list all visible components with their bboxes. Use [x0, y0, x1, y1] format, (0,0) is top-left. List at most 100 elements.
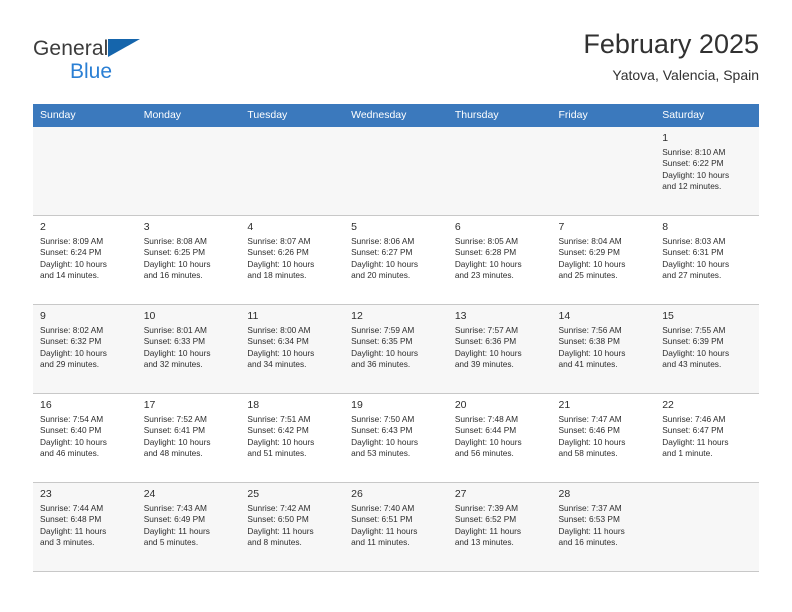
- calendar-day-cell[interactable]: 8 Sunrise: 8:03 AM Sunset: 6:31 PM Daylig…: [655, 215, 759, 305]
- calendar-day-cell[interactable]: 27 Sunrise: 7:39 AM Sunset: 6:52 PM Dayli…: [447, 482, 552, 572]
- calendar-day-cell[interactable]: 26 Sunrise: 7:40 AM Sunset: 6:51 PM Dayli…: [344, 482, 448, 572]
- day-detail: Sunrise: 8:06 AM Sunset: 6:27 PM Dayligh…: [351, 236, 418, 280]
- day-number: 23: [40, 488, 52, 500]
- calendar-day-cell[interactable]: 1 Sunrise: 8:10 AM Sunset: 6:22 PM Daylig…: [655, 127, 759, 216]
- day-number: 17: [143, 399, 156, 411]
- day-detail: Sunrise: 7:42 AM Sunset: 6:50 PM Dayligh…: [247, 503, 314, 547]
- day-number: 4: [247, 221, 254, 233]
- calendar-body: 1 Sunrise: 8:10 AM Sunset: 6:22 PM Daylig…: [33, 127, 759, 572]
- brand-flag-icon: [108, 39, 140, 57]
- calendar-day-cell[interactable]: 5 Sunrise: 8:06 AM Sunset: 6:27 PM Daylig…: [344, 215, 448, 305]
- weekday-header-sunday: Sunday: [33, 104, 137, 127]
- day-detail: Sunrise: 7:43 AM Sunset: 6:49 PM Dayligh…: [143, 503, 210, 547]
- brand-logo[interactable]: General Blue: [33, 38, 263, 90]
- calendar-header-row: Sunday Monday Tuesday Wednesday Thursday…: [33, 104, 759, 127]
- weekday-header-monday: Monday: [136, 104, 241, 127]
- calendar-day-cell[interactable]: 18 Sunrise: 7:51 AM Sunset: 6:42 PM Dayli…: [240, 393, 345, 483]
- day-number: 9: [40, 310, 46, 322]
- day-detail: Sunrise: 7:46 AM Sunset: 6:47 PM Dayligh…: [662, 414, 729, 458]
- page-subtitle: Yatova, Valencia, Spain: [612, 67, 759, 83]
- calendar-day-cell[interactable]: 15 Sunrise: 7:55 AM Sunset: 6:39 PM Dayli…: [655, 304, 759, 394]
- calendar-day-cell[interactable]: 12 Sunrise: 7:59 AM Sunset: 6:35 PM Dayli…: [344, 304, 448, 394]
- day-number: 12: [351, 310, 363, 322]
- day-number: 6: [454, 221, 461, 233]
- day-detail: Sunrise: 7:59 AM Sunset: 6:35 PM Dayligh…: [351, 325, 418, 369]
- day-number: 20: [454, 399, 467, 411]
- title-block: February 2025 Yatova, Valencia, Spain: [583, 28, 759, 85]
- calendar-day-cell[interactable]: 7 Sunrise: 8:04 AM Sunset: 6:29 PM Daylig…: [551, 215, 656, 305]
- day-detail: Sunrise: 7:54 AM Sunset: 6:40 PM Dayligh…: [40, 414, 107, 458]
- day-detail: Sunrise: 7:55 AM Sunset: 6:39 PM Dayligh…: [662, 325, 730, 369]
- day-detail: Sunrise: 8:08 AM Sunset: 6:25 PM Dayligh…: [143, 236, 211, 280]
- calendar-page: General Blue February 2025 Yatova, Valen…: [0, 0, 792, 612]
- day-detail: Sunrise: 8:02 AM Sunset: 6:32 PM Dayligh…: [40, 325, 107, 369]
- day-number: 26: [351, 488, 363, 500]
- calendar-day-cell[interactable]: 2 Sunrise: 8:09 AM Sunset: 6:24 PM Daylig…: [33, 215, 137, 305]
- day-detail: Sunrise: 7:37 AM Sunset: 6:53 PM Dayligh…: [558, 503, 625, 547]
- day-number: 25: [247, 488, 260, 500]
- calendar-day-cell[interactable]: 20 Sunrise: 7:48 AM Sunset: 6:44 PM Dayli…: [447, 393, 552, 483]
- day-number: 18: [247, 399, 260, 411]
- calendar-week-row: 23 Sunrise: 7:44 AM Sunset: 6:48 PM Dayli…: [33, 482, 759, 572]
- day-number: 16: [40, 399, 52, 411]
- day-detail: Sunrise: 8:09 AM Sunset: 6:24 PM Dayligh…: [40, 236, 107, 280]
- day-detail: Sunrise: 8:05 AM Sunset: 6:28 PM Dayligh…: [454, 236, 522, 280]
- calendar-day-cell[interactable]: 21 Sunrise: 7:47 AM Sunset: 6:46 PM Dayli…: [551, 393, 656, 483]
- calendar-day-cell[interactable]: 23 Sunrise: 7:44 AM Sunset: 6:48 PM Dayli…: [33, 482, 137, 572]
- day-number: 5: [351, 221, 357, 233]
- calendar-day-cell[interactable]: 16 Sunrise: 7:54 AM Sunset: 6:40 PM Dayli…: [33, 393, 137, 483]
- calendar-day-cell[interactable]: 28 Sunrise: 7:37 AM Sunset: 6:53 PM Dayli…: [551, 482, 656, 572]
- day-detail: Sunrise: 7:51 AM Sunset: 6:42 PM Dayligh…: [247, 414, 315, 458]
- day-detail: Sunrise: 8:03 AM Sunset: 6:31 PM Dayligh…: [662, 236, 730, 280]
- day-number: 7: [558, 221, 565, 233]
- weekday-header-friday: Friday: [551, 104, 656, 127]
- day-number: 24: [143, 488, 156, 500]
- calendar-day-cell[interactable]: 11 Sunrise: 8:00 AM Sunset: 6:34 PM Dayli…: [240, 304, 345, 394]
- day-number: 3: [143, 221, 150, 233]
- calendar-day-cell[interactable]: 4 Sunrise: 8:07 AM Sunset: 6:26 PM Daylig…: [240, 215, 345, 305]
- day-detail: Sunrise: 7:52 AM Sunset: 6:41 PM Dayligh…: [143, 414, 211, 458]
- day-detail: Sunrise: 7:39 AM Sunset: 6:52 PM Dayligh…: [454, 503, 522, 547]
- day-detail: Sunrise: 7:56 AM Sunset: 6:38 PM Dayligh…: [558, 325, 626, 369]
- calendar-day-cell[interactable]: [551, 127, 656, 216]
- calendar-day-cell[interactable]: 3 Sunrise: 8:08 AM Sunset: 6:25 PM Daylig…: [136, 215, 241, 305]
- calendar-day-cell[interactable]: 17 Sunrise: 7:52 AM Sunset: 6:41 PM Dayli…: [136, 393, 241, 483]
- day-number: 11: [247, 310, 259, 322]
- calendar-week-row: 9 Sunrise: 8:02 AM Sunset: 6:32 PM Daylig…: [33, 304, 759, 394]
- calendar-day-cell[interactable]: [655, 482, 759, 572]
- calendar-day-cell[interactable]: 14 Sunrise: 7:56 AM Sunset: 6:38 PM Dayli…: [551, 304, 656, 394]
- day-number: 2: [40, 221, 46, 233]
- day-number: 27: [454, 488, 467, 500]
- day-number: 28: [558, 488, 571, 500]
- calendar-day-cell[interactable]: [447, 127, 552, 216]
- day-number: 15: [662, 310, 674, 322]
- calendar-day-cell[interactable]: [344, 127, 448, 216]
- day-number: 8: [662, 221, 669, 233]
- calendar-day-cell[interactable]: 13 Sunrise: 7:57 AM Sunset: 6:36 PM Dayli…: [447, 304, 552, 394]
- day-number: 22: [662, 399, 674, 411]
- day-detail: Sunrise: 7:48 AM Sunset: 6:44 PM Dayligh…: [454, 414, 522, 458]
- calendar-day-cell[interactable]: 10 Sunrise: 8:01 AM Sunset: 6:33 PM Dayli…: [136, 304, 241, 394]
- weekday-header-wednesday: Wednesday: [344, 104, 448, 127]
- calendar-day-cell[interactable]: 9 Sunrise: 8:02 AM Sunset: 6:32 PM Daylig…: [33, 304, 137, 394]
- calendar-week-row: 16 Sunrise: 7:54 AM Sunset: 6:40 PM Dayli…: [33, 393, 759, 483]
- calendar-day-cell[interactable]: 19 Sunrise: 7:50 AM Sunset: 6:43 PM Dayli…: [344, 393, 448, 483]
- calendar-day-cell[interactable]: 22 Sunrise: 7:46 AM Sunset: 6:47 PM Dayli…: [655, 393, 759, 483]
- calendar-day-cell[interactable]: 6 Sunrise: 8:05 AM Sunset: 6:28 PM Daylig…: [447, 215, 552, 305]
- calendar-day-cell[interactable]: [136, 127, 241, 216]
- day-number: 14: [558, 310, 571, 322]
- calendar-day-cell[interactable]: 24 Sunrise: 7:43 AM Sunset: 6:49 PM Dayli…: [136, 482, 241, 572]
- day-detail: Sunrise: 7:57 AM Sunset: 6:36 PM Dayligh…: [454, 325, 522, 369]
- page-title: February 2025: [583, 29, 759, 59]
- brand-name-top: General: [33, 37, 109, 60]
- brand-name-bottom: Blue: [70, 60, 113, 83]
- day-detail: Sunrise: 7:44 AM Sunset: 6:48 PM Dayligh…: [40, 503, 107, 547]
- calendar-day-cell[interactable]: [33, 127, 137, 216]
- day-number: 1: [662, 132, 669, 144]
- day-number: 21: [558, 399, 571, 411]
- calendar-day-cell[interactable]: [240, 127, 345, 216]
- day-detail: Sunrise: 8:07 AM Sunset: 6:26 PM Dayligh…: [247, 236, 315, 280]
- day-detail: Sunrise: 7:47 AM Sunset: 6:46 PM Dayligh…: [558, 414, 626, 458]
- day-detail: Sunrise: 7:40 AM Sunset: 6:51 PM Dayligh…: [351, 503, 418, 547]
- calendar-day-cell[interactable]: 25 Sunrise: 7:42 AM Sunset: 6:50 PM Dayli…: [240, 482, 345, 572]
